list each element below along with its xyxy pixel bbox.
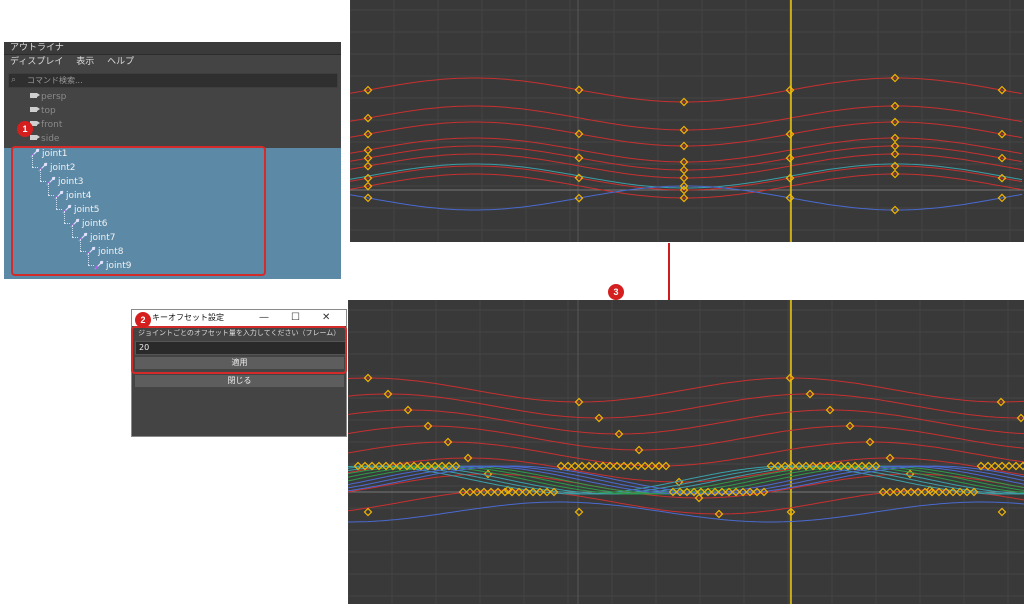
camera-icon xyxy=(30,107,40,112)
search-icon: ⌕ xyxy=(11,75,17,85)
curve-canvas-before xyxy=(350,0,1024,242)
step-badge-1: 1 xyxy=(17,121,33,137)
maximize-icon[interactable]: ☐ xyxy=(291,310,300,326)
outliner-item-top[interactable]: top xyxy=(30,104,56,118)
step-badge-2: 2 xyxy=(135,312,151,328)
menu-show[interactable]: 表示 xyxy=(76,57,94,67)
camera-icon xyxy=(30,93,40,98)
keyframe xyxy=(363,507,373,517)
dialog-titlebar: キーオフセット設定 — ☐ ✕ xyxy=(132,310,346,326)
graph-editor-before[interactable] xyxy=(350,0,1024,242)
outliner-item-side[interactable]: side xyxy=(30,132,59,146)
curve-red xyxy=(348,409,1024,435)
curve-blue xyxy=(348,501,1024,523)
close-button[interactable]: 閉じる xyxy=(135,375,344,387)
minimize-icon[interactable]: — xyxy=(259,310,269,326)
command-search-field[interactable]: ⌕ コマンド検索... xyxy=(8,73,338,88)
outliner-item-persp[interactable]: persp xyxy=(30,90,66,104)
highlight-box-dialog xyxy=(131,326,347,374)
search-placeholder: コマンド検索... xyxy=(27,76,83,85)
outliner-panel: アウトライナ ディスプレイ 表示 ヘルプ ⌕ コマンド検索... persp t… xyxy=(4,42,341,279)
keyframe xyxy=(997,507,1007,517)
outliner-title: アウトライナ xyxy=(4,42,341,55)
graph-editor-after[interactable] xyxy=(348,300,1024,604)
dialog-title: キーオフセット設定 xyxy=(152,313,224,322)
step-badge-3: 3 xyxy=(608,284,624,300)
curve-canvas-after xyxy=(348,300,1024,604)
keyframe xyxy=(574,507,584,517)
highlight-box-joints xyxy=(11,146,266,276)
camera-icon xyxy=(30,135,40,140)
curve-red xyxy=(348,425,1024,451)
curve-red xyxy=(350,105,1023,131)
outliner-item-front[interactable]: front xyxy=(30,118,62,132)
outliner-menubar: ディスプレイ 表示 ヘルプ xyxy=(4,55,341,69)
close-icon[interactable]: ✕ xyxy=(322,310,330,326)
menu-display[interactable]: ディスプレイ xyxy=(10,57,63,67)
menu-help[interactable]: ヘルプ xyxy=(107,57,134,67)
